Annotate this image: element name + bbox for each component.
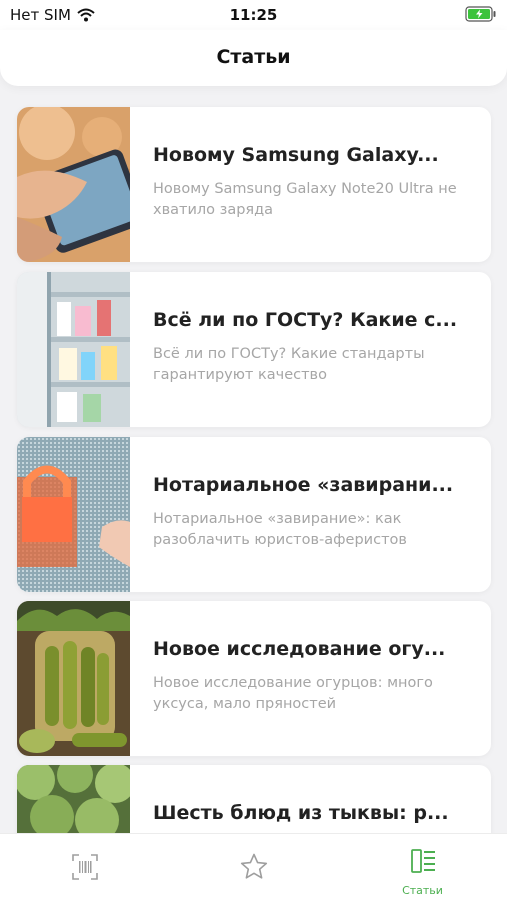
articles-list-icon [411,849,435,873]
article-description: Новому Samsung Galaxy Note20 Ultra не хв… [153,181,457,218]
article-description: Всё ли по ГОСТу? Какие стандарты гаранти… [153,346,425,383]
tab-label: Статьи [402,884,443,897]
article-title: Новому Samsung Galaxy... [153,144,439,166]
digital-padlock-screen-photo [17,437,130,592]
tab-scanner[interactable] [0,834,169,900]
article-title: Новое исследование огу... [153,638,446,660]
clock: 11:25 [229,6,278,24]
star-icon [240,853,268,879]
barcode-scanner-icon [72,854,98,880]
article-card[interactable]: Новое исследование огу... Новое исследов… [17,601,491,756]
article-card[interactable]: Всё ли по ГОСТу? Какие с... Всё ли по ГО… [17,272,491,427]
article-title: Всё ли по ГОСТу? Какие с... [153,309,458,331]
pickled-cucumbers-jar-photo [17,601,130,756]
supermarket-fridge-shelves-photo [17,272,130,427]
page-title: Статьи [216,46,291,68]
article-card[interactable]: Новому Samsung Galaxy... Новому Samsung … [17,107,491,262]
article-title: Шесть блюд из тыквы: р... [153,802,449,824]
tab-favorites[interactable] [169,834,338,900]
article-title: Нотариальное «завирани... [153,474,454,496]
tab-bar: Статьи [0,833,507,900]
tab-articles[interactable]: Статьи [338,834,507,900]
status-bar: Нет SIM 11:25 [0,0,507,30]
article-card[interactable]: Нотариальное «завирани... Нотариальное «… [17,437,491,592]
navigation-header: Статьи [0,30,507,86]
article-description: Новое исследование огурцов: много уксуса… [153,675,433,712]
article-description: Нотариальное «завирание»: как разоблачит… [153,511,407,548]
hand-holding-smartphone-photo [17,107,130,262]
battery-charging-icon [465,6,496,22]
